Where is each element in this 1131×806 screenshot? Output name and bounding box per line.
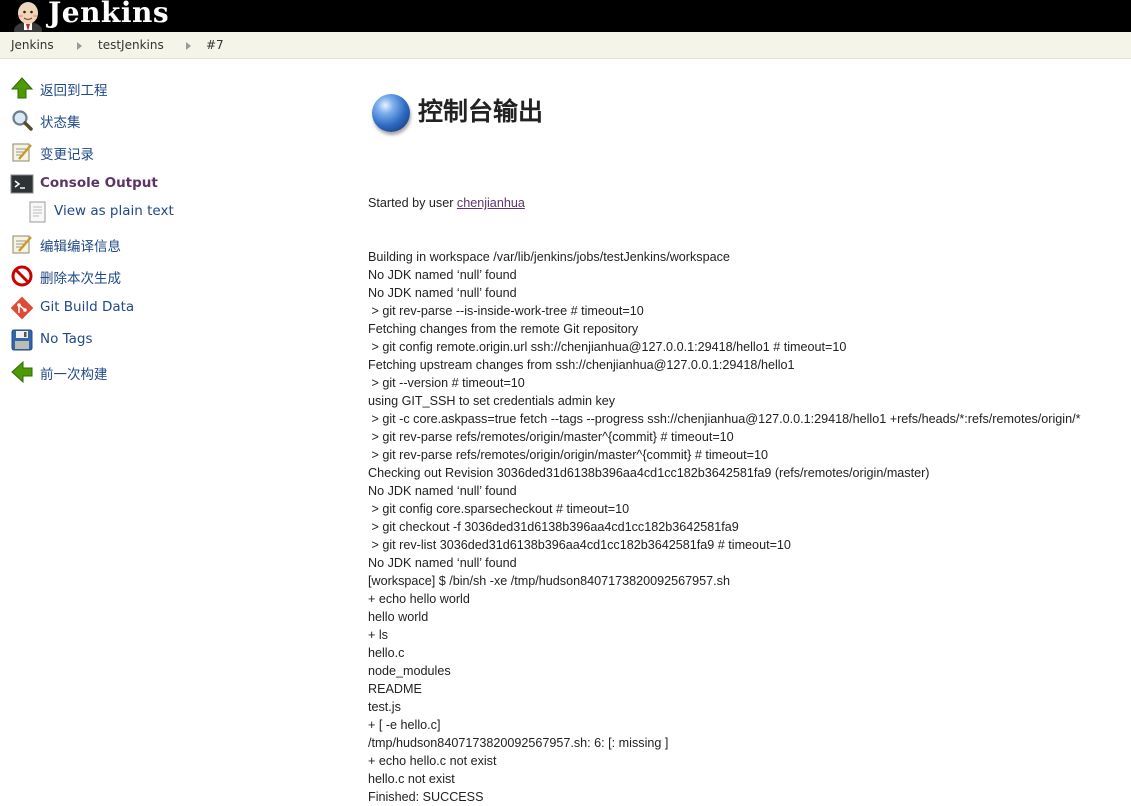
jenkins-butler-icon[interactable] [10, 0, 46, 32]
sidebar-item-label: 编辑编译信息 [40, 239, 121, 255]
console-line: > git rev-list 3036ded31d6138b396aa4cd1c… [368, 538, 791, 552]
console-line: + echo hello world [368, 592, 470, 606]
console-line: README [368, 682, 422, 696]
console-line: No JDK named ‘null’ found [368, 484, 517, 498]
breadcrumb: Jenkins testJenkins #7 [0, 32, 1131, 59]
no-entry-icon [11, 265, 33, 287]
document-icon [29, 201, 46, 223]
sidebar-item-no-tags[interactable]: No Tags [10, 324, 330, 352]
sidebar-item-label: Console Output [40, 175, 158, 191]
floppy-disk-icon [11, 329, 33, 351]
console-line: > git config remote.origin.url ssh://che… [368, 340, 847, 354]
terminal-icon [10, 174, 34, 194]
top-header: Jenkins [0, 0, 1131, 32]
console-line: > git config core.sparsecheckout # timeo… [368, 502, 630, 516]
console-line: node_modules [368, 664, 451, 678]
console-line: hello world [368, 610, 429, 624]
console-output: Started by user chenjianhua Building in … [368, 158, 1128, 806]
console-line: Fetching changes from the remote Git rep… [368, 322, 639, 336]
console-line: > git rev-parse refs/remotes/origin/orig… [368, 448, 768, 462]
console-line: Fetching upstream changes from ssh://che… [368, 358, 795, 372]
notepad-icon [12, 143, 32, 162]
sidebar-item-label: View as plain text [54, 203, 174, 219]
console-globe-icon [372, 94, 410, 132]
console-line: test.js [368, 700, 401, 714]
sidebar-item-plain-text[interactable]: View as plain text [26, 196, 346, 224]
sidebar-item-label: 变更记录 [40, 147, 94, 163]
breadcrumb-jenkins[interactable]: Jenkins [11, 38, 54, 52]
console-line: Building in workspace /var/lib/jenkins/j… [368, 250, 730, 264]
console-line: hello.c not exist [368, 772, 455, 786]
sidebar-item-git-build-data[interactable]: Git Build Data [10, 292, 330, 320]
sidebar-item-previous-build[interactable]: 前一次构建 [10, 356, 330, 384]
console-line: hello.c [368, 646, 405, 660]
page-title: 控制台输出 [418, 97, 544, 126]
breadcrumb-build-7[interactable]: #7 [206, 38, 224, 52]
sidebar-item-back-to-project[interactable]: 返回到工程 [10, 72, 330, 100]
console-line: Checking out Revision 3036ded31d6138b396… [368, 466, 930, 480]
jenkins-logo-text[interactable]: Jenkins [48, 0, 169, 29]
sidebar-item-delete-build[interactable]: 删除本次生成 [10, 260, 330, 288]
sidebar-item-changes[interactable]: 变更记录 [10, 136, 330, 164]
console-line: Finished: SUCCESS [368, 790, 484, 804]
console-line: > git checkout -f 3036ded31d6138b396aa4c… [368, 520, 739, 534]
user-link[interactable]: chenjianhua [457, 196, 525, 210]
sidebar-item-label: 返回到工程 [40, 83, 108, 99]
up-arrow-icon [10, 77, 34, 99]
console-line: No JDK named ‘null’ found [368, 268, 517, 282]
console-line: + [ -e hello.c] [368, 718, 441, 732]
console-line: + ls [368, 628, 388, 642]
breadcrumb-testjenkins[interactable]: testJenkins [98, 38, 164, 52]
console-line: Started by user chenjianhua [368, 194, 1128, 212]
breadcrumb-separator-icon [77, 42, 82, 50]
sidebar-item-label: No Tags [40, 331, 93, 347]
started-by-text: Started by user [368, 196, 457, 210]
console-line: /tmp/hudson8407173820092567957.sh: 6: [:… [368, 736, 669, 750]
breadcrumb-separator-icon [186, 42, 191, 50]
sidebar-item-label: 前一次构建 [40, 367, 108, 383]
notepad-icon [12, 235, 32, 254]
left-arrow-icon [11, 360, 33, 384]
sidebar-item-label: Git Build Data [40, 299, 135, 315]
console-line: No JDK named ‘null’ found [368, 556, 517, 570]
sidebar-item-edit-build-info[interactable]: 编辑编译信息 [10, 228, 330, 256]
sidebar-item-console-output[interactable]: Console Output [10, 168, 330, 196]
search-icon [12, 110, 33, 131]
console-line: > git --version # timeout=10 [368, 376, 525, 390]
console-line: > git rev-parse refs/remotes/origin/mast… [368, 430, 734, 444]
console-line: + echo hello.c not exist [368, 754, 497, 768]
console-line: > git -c core.askpass=true fetch --tags … [368, 412, 1081, 426]
console-line: using GIT_SSH to set credentials admin k… [368, 394, 616, 408]
sidebar-item-label: 删除本次生成 [40, 271, 121, 287]
sidebar-item-label: 状态集 [40, 115, 81, 131]
git-icon [10, 296, 34, 320]
console-line: No JDK named ‘null’ found [368, 286, 517, 300]
sidebar-item-status[interactable]: 状态集 [10, 104, 330, 132]
console-line: [workspace] $ /bin/sh -xe /tmp/hudson840… [368, 574, 730, 588]
console-line: > git rev-parse --is-inside-work-tree # … [368, 304, 644, 318]
